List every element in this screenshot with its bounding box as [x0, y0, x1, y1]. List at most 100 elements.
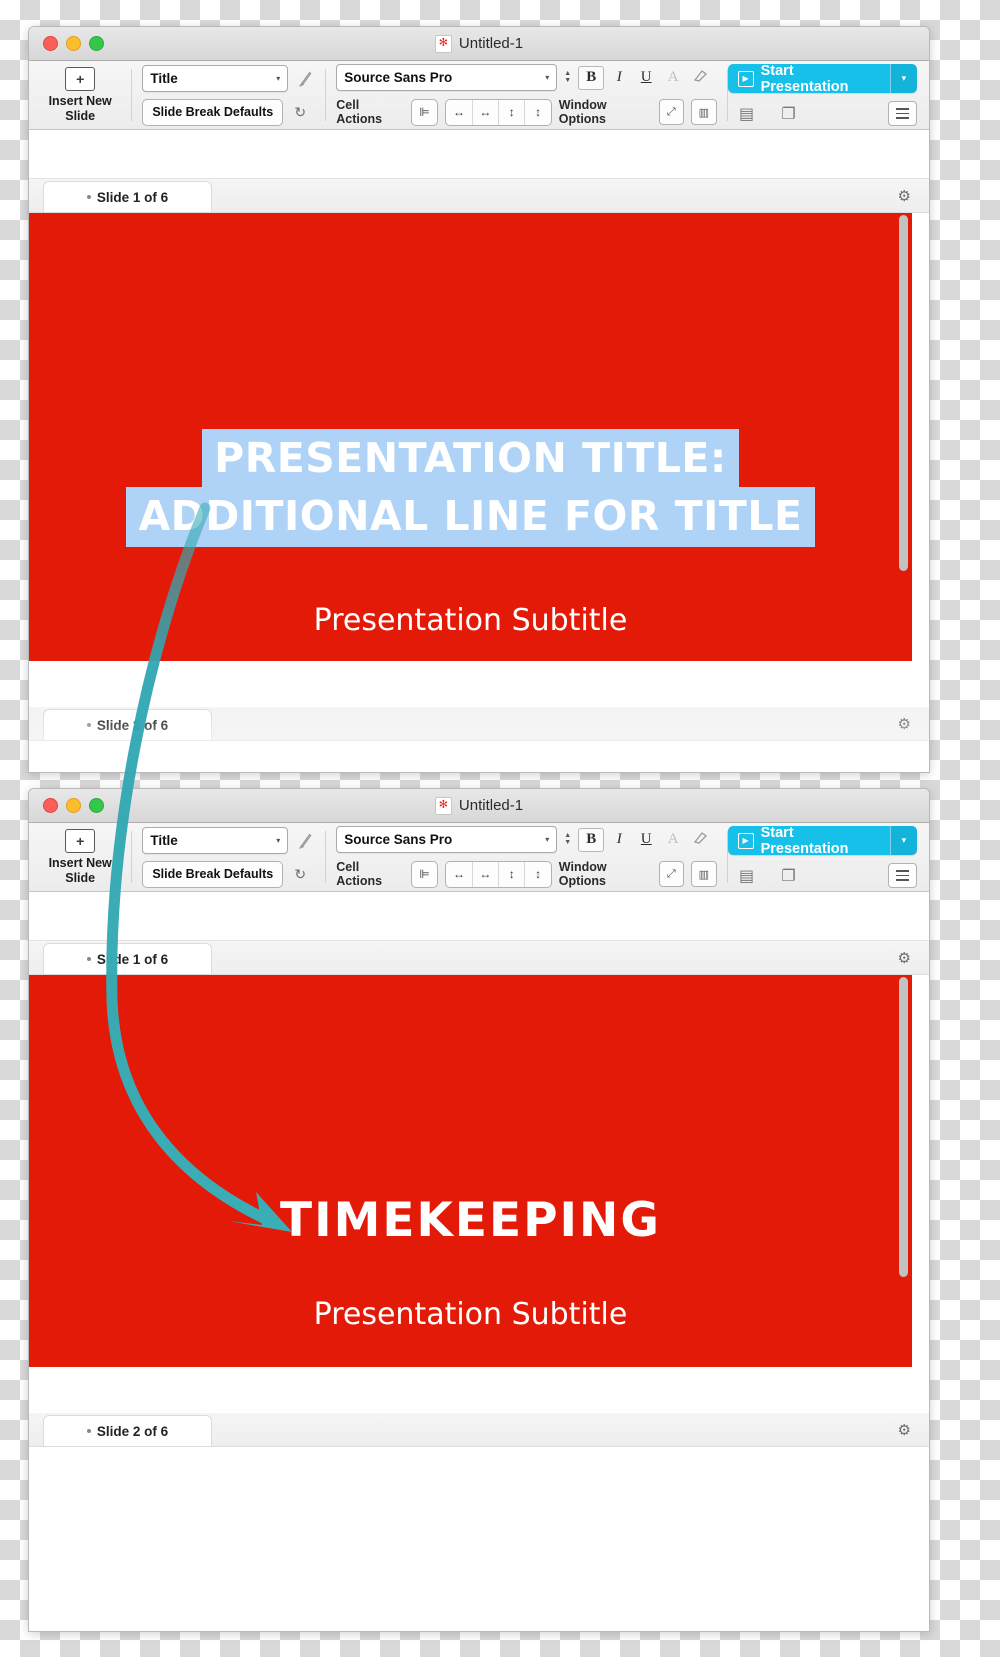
slide-canvas-1[interactable]: PRESENTATION TITLE: ADDITIONAL LINE FOR … — [29, 213, 912, 661]
toolbar-right-group[interactable]: ▶ Start Presentation ▾ ▤ ❐ — [727, 823, 929, 891]
slide-tab-1[interactable]: Slide 1 of 6 — [43, 181, 212, 212]
window-1-traffic-lights[interactable] — [43, 36, 104, 51]
align-icon[interactable]: ⊫ — [412, 100, 437, 125]
paragraph-style-combo[interactable]: Title ▾ — [142, 64, 289, 92]
cell-move-segment[interactable]: ↔ ↔ ↕ ↕ — [445, 860, 552, 888]
window-1-titlebar[interactable]: ✻ Untitled-1 — [29, 27, 929, 61]
style-group[interactable]: Title ▾ Slide Break Defaults ↻ — [132, 61, 325, 129]
cell-left-icon[interactable]: ↔ — [446, 99, 473, 125]
window-1-slide-tab-top[interactable]: Slide 1 of 6 ⚙ — [29, 179, 929, 213]
window-2-toolbar[interactable]: + Insert New Slide Title ▾ Slide Break D… — [29, 823, 929, 892]
text-color-button[interactable]: A — [661, 831, 685, 848]
window-1-lower-blank — [29, 661, 929, 707]
italic-button[interactable]: I — [607, 831, 631, 848]
text-color-button[interactable]: A — [661, 69, 685, 86]
style-group[interactable]: Title ▾ Slide Break Defaults ↻ — [132, 823, 325, 891]
font-family-combo[interactable]: Source Sans Pro ▾ — [336, 826, 558, 853]
cell-left-icon[interactable]: ↔ — [446, 861, 473, 887]
align-icon[interactable]: ⊫ — [412, 862, 437, 887]
eraser-icon[interactable] — [688, 830, 712, 849]
text-format-group[interactable]: Source Sans Pro ▾ ▲ ▼ B I U A Cell Actio… — [326, 823, 726, 891]
slide-1-title-block[interactable]: PRESENTATION TITLE: ADDITIONAL LINE FOR … — [29, 429, 912, 547]
eraser-icon[interactable] — [688, 68, 712, 87]
maximize-button[interactable] — [89, 798, 104, 813]
cell-down-icon[interactable]: ↕ — [525, 862, 550, 887]
split-pane-icon[interactable]: ▥ — [691, 861, 717, 887]
tab-bullet-icon — [86, 957, 91, 961]
presentation-window-1[interactable]: ✻ Untitled-1 + Insert New Slide Title ▾ — [28, 26, 930, 773]
start-presentation-dropdown[interactable]: ▾ — [889, 64, 918, 93]
style-brush-glyph — [298, 833, 312, 849]
window-1-title: ✻ Untitled-1 — [29, 27, 929, 60]
hamburger-menu-icon[interactable] — [888, 863, 918, 888]
gear-icon[interactable]: ⚙ — [898, 1421, 911, 1439]
slide-2-vertical-scrollbar[interactable] — [899, 977, 908, 1277]
slide-1-title-line-1: PRESENTATION TITLE: — [202, 429, 739, 489]
minimize-button[interactable] — [66, 798, 81, 813]
slide-break-defaults-label: Slide Break Defaults — [152, 105, 274, 119]
start-presentation-dropdown[interactable]: ▾ — [889, 826, 918, 855]
keypad-icon[interactable]: ▤ — [734, 864, 760, 888]
hamburger-menu-icon[interactable] — [888, 101, 918, 126]
slide-break-defaults-button[interactable]: Slide Break Defaults — [142, 860, 284, 888]
cell-move-segment[interactable]: ↔ ↔ ↕ ↕ — [445, 98, 552, 126]
bold-button[interactable]: B — [578, 827, 605, 852]
font-size-stepper[interactable]: ▲ ▼ — [564, 832, 571, 847]
reset-circular-arrow-icon[interactable]: ↻ — [290, 863, 310, 885]
eraser-glyph — [693, 70, 707, 82]
duplicate-icon[interactable]: ❐ — [776, 102, 802, 126]
gear-icon[interactable]: ⚙ — [898, 949, 911, 967]
cell-right-icon[interactable]: ↔ — [473, 861, 500, 887]
maximize-button[interactable] — [89, 36, 104, 51]
italic-button[interactable]: I — [607, 69, 631, 86]
slide-1-vertical-scrollbar[interactable] — [899, 215, 908, 571]
style-brush-icon[interactable] — [295, 67, 315, 89]
reset-circular-arrow-icon[interactable]: ↻ — [290, 101, 310, 123]
underline-button[interactable]: U — [634, 69, 658, 86]
slide-canvas-2[interactable]: TIMEKEEPING Presentation Subtitle — [29, 975, 912, 1367]
plus-in-box-icon: + — [65, 67, 96, 92]
cell-up-icon[interactable]: ↕ — [499, 861, 526, 887]
font-family-combo[interactable]: Source Sans Pro ▾ — [336, 64, 558, 91]
text-format-group[interactable]: Source Sans Pro ▾ ▲ ▼ B I U A Cell Actio… — [326, 61, 726, 129]
expand-icon[interactable]: ⤢ — [658, 861, 685, 887]
font-size-stepper[interactable]: ▲ ▼ — [564, 70, 571, 85]
insert-new-slide-button[interactable]: + Insert New Slide — [29, 823, 131, 891]
close-button[interactable] — [43, 36, 58, 51]
cell-down-icon[interactable]: ↕ — [525, 100, 550, 125]
style-brush-icon[interactable] — [295, 829, 315, 851]
slide-tab-2[interactable]: Slide 2 of 6 — [43, 709, 212, 740]
window-2-traffic-lights[interactable] — [43, 798, 104, 813]
insert-new-slide-button[interactable]: + Insert New Slide — [29, 61, 131, 129]
minimize-button[interactable] — [66, 36, 81, 51]
slide-tab-2[interactable]: Slide 2 of 6 — [43, 1415, 212, 1446]
slide-break-defaults-button[interactable]: Slide Break Defaults — [142, 98, 284, 126]
underline-button[interactable]: U — [634, 831, 658, 848]
slide-tab-1[interactable]: Slide 1 of 6 — [43, 943, 212, 974]
window-title-text: Untitled-1 — [458, 797, 524, 814]
presentation-window-2[interactable]: ✻ Untitled-1 + Insert New Slide Title ▾ — [28, 788, 930, 1632]
font-family-value: Source Sans Pro — [344, 832, 453, 847]
window-1-toolbar[interactable]: + Insert New Slide Title ▾ Slide Break D… — [29, 61, 929, 130]
paragraph-style-combo[interactable]: Title ▾ — [142, 826, 289, 854]
toolbar-right-group[interactable]: ▶ Start Presentation ▾ ▤ ❐ — [727, 61, 929, 129]
gear-icon[interactable]: ⚙ — [898, 715, 911, 733]
cell-up-icon[interactable]: ↕ — [499, 99, 526, 125]
cell-align-segment[interactable]: ⊫ — [410, 98, 439, 126]
window-1-slide-tab-bottom[interactable]: Slide 2 of 6 ⚙ — [29, 707, 929, 741]
window-2-slide-tab-top[interactable]: Slide 1 of 6 ⚙ — [29, 941, 929, 975]
cell-right-icon[interactable]: ↔ — [473, 99, 500, 125]
start-presentation-button[interactable]: ▶ Start Presentation ▾ — [727, 64, 918, 93]
cell-align-segment[interactable]: ⊫ — [410, 860, 439, 888]
window-title-text: Untitled-1 — [458, 35, 524, 52]
bold-button[interactable]: B — [578, 65, 605, 90]
duplicate-icon[interactable]: ❐ — [776, 864, 802, 888]
keypad-icon[interactable]: ▤ — [734, 102, 760, 126]
window-2-slide-tab-bottom[interactable]: Slide 2 of 6 ⚙ — [29, 1413, 929, 1447]
window-2-titlebar[interactable]: ✻ Untitled-1 — [29, 789, 929, 823]
close-button[interactable] — [43, 798, 58, 813]
expand-icon[interactable]: ⤢ — [658, 99, 685, 125]
split-pane-icon[interactable]: ▥ — [691, 99, 717, 125]
start-presentation-button[interactable]: ▶ Start Presentation ▾ — [727, 826, 918, 855]
gear-icon[interactable]: ⚙ — [898, 187, 911, 205]
